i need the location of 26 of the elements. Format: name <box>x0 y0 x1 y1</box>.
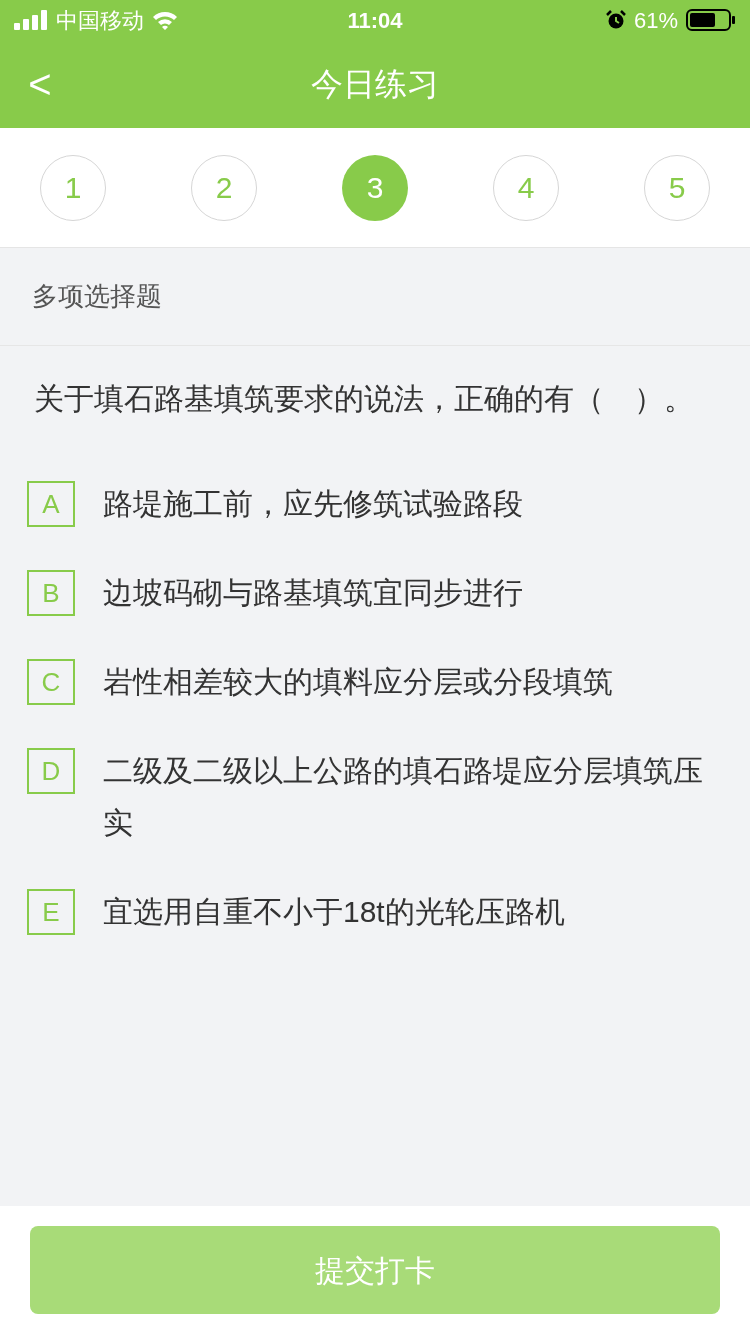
carrier-name: 中国移动 <box>56 6 144 35</box>
option-letter[interactable]: B <box>27 570 75 616</box>
option-letter[interactable]: D <box>27 748 75 794</box>
step-tab[interactable]: 3 <box>342 154 408 221</box>
question-type: 多项选择题 <box>32 280 162 313</box>
alarm-clock-icon <box>605 10 626 30</box>
option-letter[interactable]: E <box>27 889 75 935</box>
step-tab[interactable]: 1 <box>40 154 106 221</box>
option-letter[interactable]: C <box>27 659 75 705</box>
step-tab[interactable]: 2 <box>191 154 257 221</box>
option-text: 边坡码砌与路基填筑宜同步进行 <box>103 575 524 611</box>
step-tab[interactable]: 4 <box>493 154 559 221</box>
step-tab[interactable]: 5 <box>644 154 710 221</box>
page-title: 今日练习 <box>311 65 439 104</box>
wifi-icon <box>152 10 178 30</box>
option-text: 岩性相差较大的填料应分层或分段填筑 <box>103 664 614 700</box>
option-letter[interactable]: A <box>27 481 75 527</box>
battery-icon <box>686 9 736 31</box>
battery-percent: 61% <box>633 6 678 35</box>
back-button[interactable]: < <box>24 54 56 114</box>
status-time: 11:04 <box>347 6 403 35</box>
option-text: 宜选用自重不小于18t的光轮压路机 <box>103 894 566 930</box>
option-text: 二级及二级以上公路的填石路堤应分层填筑压实 <box>103 753 704 841</box>
option-text: 路堤施工前，应先修筑试验路段 <box>103 486 524 522</box>
question-text: 关于填石路基填筑要求的说法，正确的有（ ）。 <box>34 381 695 417</box>
signal-icon <box>14 10 48 30</box>
